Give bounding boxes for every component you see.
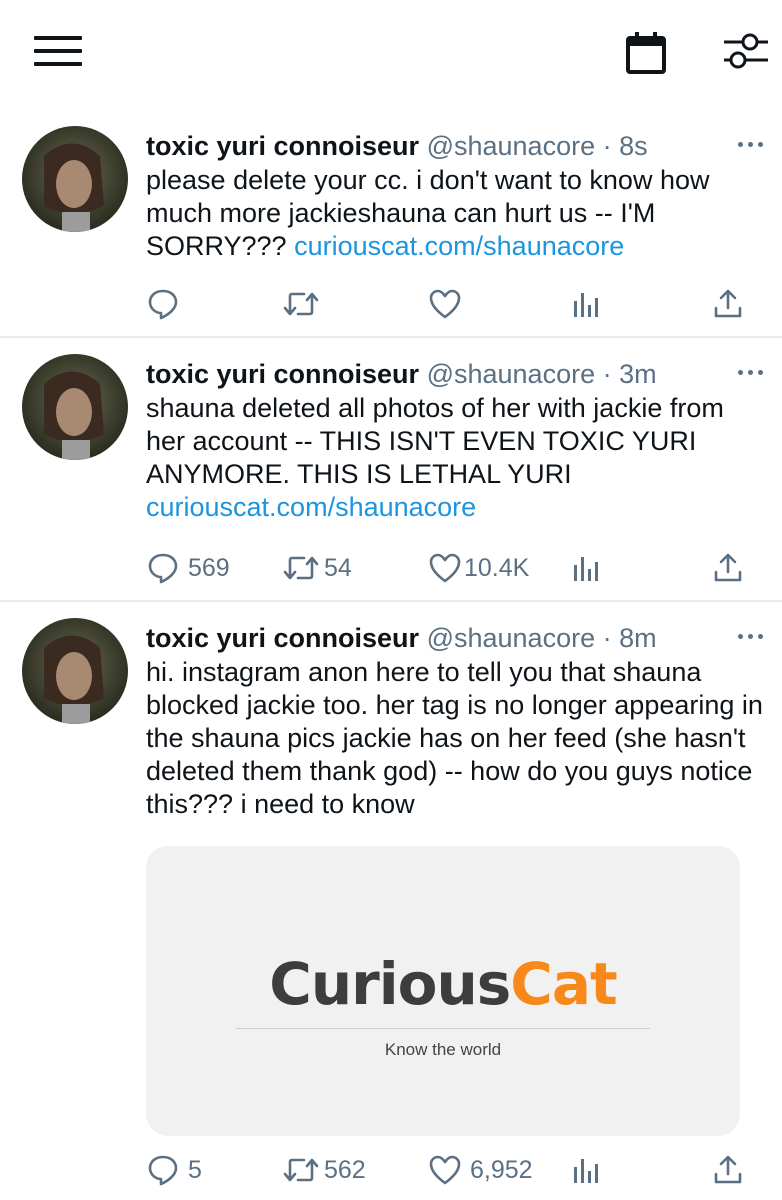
- user-handle[interactable]: @shaunacore: [427, 623, 596, 653]
- tweet[interactable]: toxic yuri connoiseur @shaunacore · 8m h…: [0, 604, 782, 1200]
- separator-dot: ·: [602, 359, 612, 389]
- separator-dot: ·: [602, 131, 612, 161]
- like-count: 6,952: [470, 1155, 533, 1184]
- avatar[interactable]: [22, 354, 128, 460]
- tweet-body: hi. instagram anon here to tell you that…: [146, 657, 763, 819]
- more-options-icon[interactable]: [736, 626, 766, 646]
- like-count: 10.4K: [464, 553, 530, 582]
- share-icon: [714, 1155, 742, 1184]
- tweet-actions: 5 562 6,952: [0, 1150, 782, 1190]
- sliders-icon[interactable]: [720, 28, 772, 72]
- like-button[interactable]: 6,952: [428, 1150, 533, 1190]
- top-bar: [0, 0, 782, 100]
- tweet-header: toxic yuri connoiseur @shaunacore · 3m: [146, 358, 657, 390]
- retweet-count: 54: [324, 553, 352, 582]
- tweet-body: shauna deleted all photos of her with ja…: [146, 393, 724, 489]
- retweet-count: 562: [324, 1155, 366, 1184]
- user-handle[interactable]: @shaunacore: [427, 131, 596, 161]
- reply-button[interactable]: [146, 284, 188, 324]
- retweet-button[interactable]: [282, 284, 328, 324]
- curiouscat-logo: CuriousCat: [146, 950, 740, 1018]
- tweet-text: hi. instagram anon here to tell you that…: [146, 656, 766, 821]
- analytics-icon: [574, 293, 598, 317]
- reply-icon: [148, 1155, 178, 1186]
- like-button[interactable]: 10.4K: [428, 548, 529, 588]
- tweet-actions: [0, 284, 782, 324]
- reply-count: 569: [188, 553, 230, 582]
- tweet[interactable]: toxic yuri connoiseur @shaunacore · 3m s…: [0, 340, 782, 602]
- tweet-text: please delete your cc. i don't want to k…: [146, 164, 766, 263]
- timestamp[interactable]: 8m: [619, 623, 657, 653]
- heart-icon: [429, 1155, 461, 1185]
- tweet-header: toxic yuri connoiseur @shaunacore · 8m: [146, 622, 657, 654]
- analytics-button[interactable]: [572, 548, 600, 588]
- reply-button[interactable]: 5: [146, 1150, 202, 1190]
- share-button[interactable]: [712, 284, 744, 324]
- display-name[interactable]: toxic yuri connoiseur: [146, 623, 419, 653]
- card-tagline: Know the world: [384, 1040, 502, 1059]
- share-icon: [714, 553, 742, 582]
- retweet-button[interactable]: 562: [282, 1150, 366, 1190]
- retweet-icon: [283, 556, 319, 580]
- user-handle[interactable]: @shaunacore: [427, 359, 596, 389]
- share-icon: [714, 289, 742, 318]
- logo-text-cat: Cat: [510, 950, 617, 1018]
- more-options-icon[interactable]: [736, 362, 766, 382]
- more-options-icon[interactable]: [736, 134, 766, 154]
- analytics-button[interactable]: [572, 284, 600, 324]
- logo-text-curious: Curious: [269, 950, 511, 1018]
- retweet-icon: [283, 292, 319, 316]
- tweet-text: shauna deleted all photos of her with ja…: [146, 392, 766, 524]
- timestamp[interactable]: 3m: [619, 359, 657, 389]
- share-button[interactable]: [712, 1150, 744, 1190]
- analytics-icon: [574, 1159, 598, 1183]
- link-preview-card[interactable]: CuriousCat Know the world: [146, 846, 740, 1136]
- timestamp[interactable]: 8s: [619, 131, 648, 161]
- tweet-actions: 569 54 10.4K: [0, 548, 782, 588]
- heart-icon: [429, 553, 461, 583]
- display-name[interactable]: toxic yuri connoiseur: [146, 359, 419, 389]
- avatar[interactable]: [22, 126, 128, 232]
- share-button[interactable]: [712, 548, 744, 588]
- hamburger-menu-icon[interactable]: [34, 36, 82, 66]
- tweet-link[interactable]: curiouscat.com/shaunacore: [294, 231, 624, 261]
- analytics-icon: [574, 557, 598, 581]
- tweet-header: toxic yuri connoiseur @shaunacore · 8s: [146, 130, 648, 162]
- display-name[interactable]: toxic yuri connoiseur: [146, 131, 419, 161]
- reply-button[interactable]: 569: [146, 548, 230, 588]
- heart-icon: [429, 289, 461, 319]
- retweet-button[interactable]: 54: [282, 548, 352, 588]
- tweet-link[interactable]: curiouscat.com/shaunacore: [146, 492, 476, 522]
- avatar[interactable]: [22, 618, 128, 724]
- reply-icon: [148, 553, 178, 584]
- reply-count: 5: [188, 1155, 202, 1184]
- analytics-button[interactable]: [572, 1150, 600, 1190]
- logo-divider: [236, 1028, 650, 1029]
- separator-dot: ·: [602, 623, 612, 653]
- tweet[interactable]: toxic yuri connoiseur @shaunacore · 8s p…: [0, 112, 782, 338]
- reply-icon: [148, 289, 178, 320]
- calendar-icon[interactable]: [624, 30, 668, 74]
- like-button[interactable]: [428, 284, 470, 324]
- retweet-icon: [283, 1158, 319, 1182]
